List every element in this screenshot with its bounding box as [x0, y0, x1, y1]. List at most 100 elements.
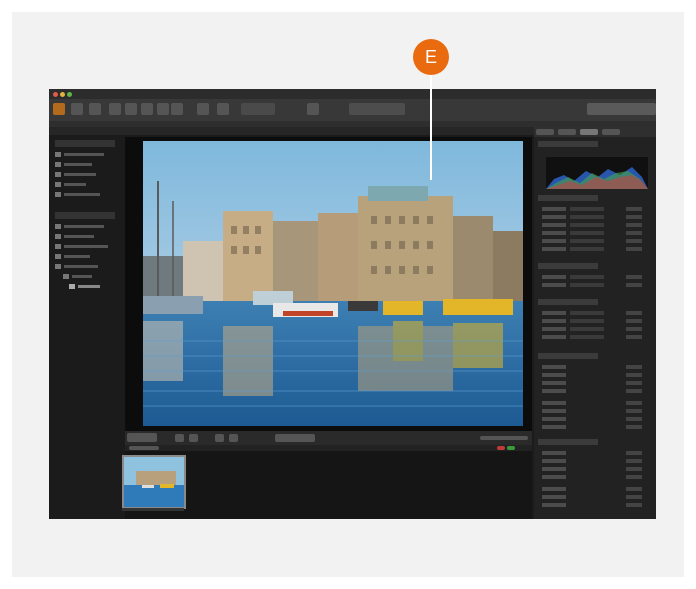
close-window-button[interactable]	[53, 92, 58, 97]
main-toolbar	[49, 99, 656, 121]
adjust-row-exposure[interactable]	[542, 223, 642, 227]
adjust-row-item[interactable]	[542, 409, 642, 413]
adjust-row-item[interactable]	[542, 459, 642, 463]
workspace-switcher[interactable]	[349, 103, 405, 115]
label-icon[interactable]	[275, 434, 315, 442]
viewer-toolbar	[125, 431, 532, 445]
folder-icon[interactable]	[53, 103, 65, 115]
folder-icon	[55, 223, 61, 229]
adjust-row-item[interactable]	[542, 401, 642, 405]
reject-icon[interactable]	[229, 434, 238, 442]
callout-letter: E	[424, 46, 437, 67]
adjust-row-item[interactable]	[542, 451, 642, 455]
rotate-left-icon[interactable]	[175, 434, 184, 442]
flag-icon[interactable]	[215, 434, 224, 442]
callout-marker: E	[413, 39, 449, 75]
sidebar-item[interactable]	[55, 242, 125, 250]
photo-graphic	[143, 141, 523, 426]
sidebar-item[interactable]	[55, 252, 125, 260]
minimize-window-button[interactable]	[60, 92, 65, 97]
sidebar-item[interactable]	[63, 272, 125, 280]
adjust-row-sharpness[interactable]	[542, 327, 642, 331]
adjust-row-item[interactable]	[542, 425, 642, 429]
adjust-row-item[interactable]	[542, 503, 642, 507]
folder-icon	[55, 151, 61, 157]
folder-icon	[55, 263, 61, 269]
export-icon[interactable]	[307, 103, 319, 115]
sidebar-item[interactable]	[55, 160, 125, 168]
folder-icon	[69, 283, 75, 289]
color-section-header[interactable]	[538, 299, 598, 305]
single-view-icon[interactable]	[125, 103, 137, 115]
rating-control[interactable]	[241, 103, 275, 115]
search-input[interactable]	[587, 103, 656, 115]
folder-icon	[55, 181, 61, 187]
sidebar-item[interactable]	[55, 222, 125, 230]
adjust-row-contrast[interactable]	[542, 231, 642, 235]
import-icon[interactable]	[89, 103, 101, 115]
sidebar-item[interactable]	[55, 262, 125, 270]
histogram-section-header[interactable]	[538, 141, 598, 147]
label-filter-red[interactable]	[497, 446, 505, 450]
sidebar-item[interactable]	[55, 170, 125, 178]
thumbnail-graphic	[124, 457, 184, 507]
sidebar-item-selected[interactable]	[69, 282, 125, 290]
adjust-row-tint[interactable]	[542, 215, 642, 219]
loupe-icon[interactable]	[157, 103, 169, 115]
callout-leader-line	[430, 75, 432, 180]
adjust-row-saturation[interactable]	[542, 283, 642, 287]
sidebar-section-header[interactable]	[55, 212, 115, 219]
adjust-row-item[interactable]	[542, 417, 642, 421]
tone-section-header[interactable]	[538, 263, 598, 269]
tab-metadata[interactable]	[558, 129, 576, 135]
zoom-slider[interactable]	[480, 436, 528, 440]
harbor-photo	[143, 141, 523, 426]
sidebar-section-header[interactable]	[55, 140, 115, 147]
rotate-right-icon[interactable]	[189, 434, 198, 442]
adjust-row-item[interactable]	[542, 389, 642, 393]
zoom-fit-button[interactable]	[127, 433, 157, 442]
grid-view-icon[interactable]	[109, 103, 121, 115]
straighten-icon[interactable]	[217, 103, 229, 115]
folder-icon	[55, 191, 61, 197]
tab-library[interactable]	[536, 129, 554, 135]
adjust-row-temperature[interactable]	[542, 207, 642, 211]
sort-control[interactable]	[129, 446, 159, 450]
adjust-row-noise[interactable]	[542, 335, 642, 339]
adjust-row-clarity[interactable]	[542, 319, 642, 323]
info-icon[interactable]	[171, 103, 183, 115]
photo-editor-window	[49, 89, 656, 519]
adjust-row-item[interactable]	[542, 467, 642, 471]
filmstrip	[125, 451, 532, 519]
adjust-row-shadows[interactable]	[542, 247, 642, 251]
adjust-row-item[interactable]	[542, 495, 642, 499]
adjust-row-item[interactable]	[542, 381, 642, 385]
sidebar-item[interactable]	[55, 150, 125, 158]
histogram-graphic	[546, 167, 648, 189]
tab-export[interactable]	[602, 129, 620, 135]
presets-section-header[interactable]	[538, 439, 598, 445]
adjust-row-brightness[interactable]	[542, 275, 642, 279]
tab-adjust[interactable]	[580, 129, 598, 135]
folder-icon	[55, 253, 61, 259]
adjust-row-item[interactable]	[542, 475, 642, 479]
adjust-row-item[interactable]	[542, 373, 642, 377]
adjust-row-item[interactable]	[542, 487, 642, 491]
white-balance-section-header[interactable]	[538, 195, 598, 201]
crop-icon[interactable]	[197, 103, 209, 115]
adjust-row-item[interactable]	[542, 365, 642, 369]
sidebar-item[interactable]	[55, 232, 125, 240]
camera-icon[interactable]	[71, 103, 83, 115]
histogram	[546, 157, 648, 189]
thumbnail-selected[interactable]	[122, 455, 186, 509]
sidebar-item[interactable]	[55, 180, 125, 188]
folder-icon	[55, 171, 61, 177]
zoom-window-button[interactable]	[67, 92, 72, 97]
sidebar-item[interactable]	[55, 190, 125, 198]
label-filter-green[interactable]	[507, 446, 515, 450]
detail-section-header[interactable]	[538, 353, 598, 359]
image-viewer[interactable]	[125, 137, 532, 431]
compare-icon[interactable]	[141, 103, 153, 115]
adjust-row-highlights[interactable]	[542, 239, 642, 243]
adjust-row-vibrance[interactable]	[542, 311, 642, 315]
